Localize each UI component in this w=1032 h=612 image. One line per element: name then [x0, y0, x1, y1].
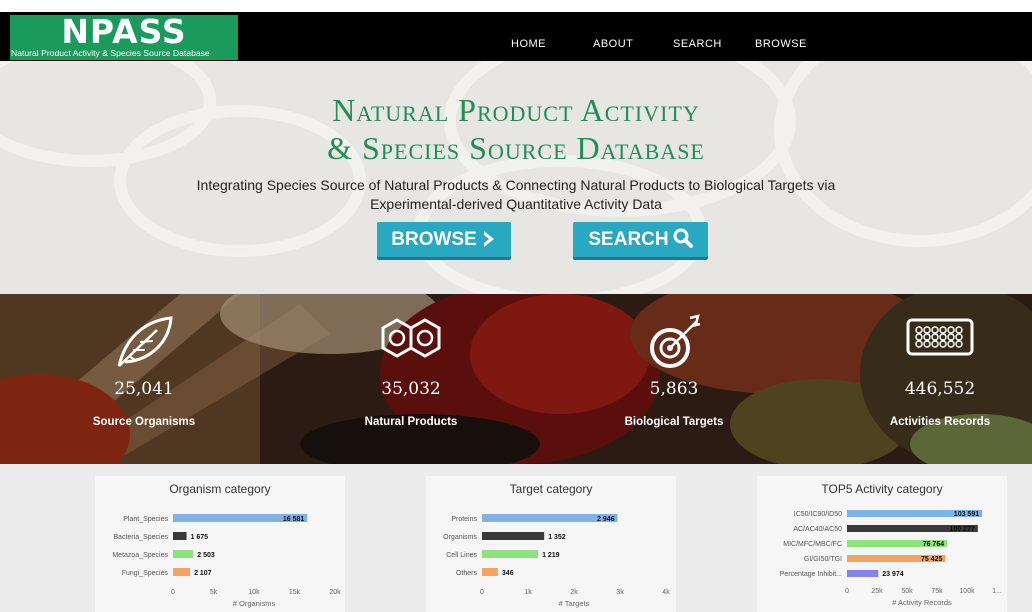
- logo-title: NPASS: [61, 15, 187, 51]
- category-label: Plant_Species: [123, 516, 168, 523]
- value-label: 103 591: [954, 511, 979, 518]
- leaf-icon: [117, 316, 173, 367]
- nav-home[interactable]: HOME: [511, 38, 546, 50]
- activity-category-plot: IC50/IC90/ID50 103 591 AC/AC40/AC50 100 277…: [780, 510, 1002, 607]
- stat-value: 25,041: [114, 379, 174, 399]
- molecule-icon: [381, 318, 441, 358]
- stat-activities-records: 446,552 Activities Records: [840, 294, 1032, 464]
- category-label: Fungi_Species: [122, 570, 169, 577]
- nav-about[interactable]: ABOUT: [593, 38, 633, 50]
- bar: [482, 568, 498, 576]
- stat-label: Biological Targets: [624, 416, 724, 428]
- tick-label: 20k: [329, 589, 341, 596]
- tick-label: 0: [845, 588, 849, 595]
- hero-description-line1: Integrating Species Source of Natural Pr…: [196, 177, 836, 193]
- target-category-plot: Proteins 2 946 Organisms 1 352 Cell Lines 1 2…: [443, 514, 670, 608]
- value-label: 346: [502, 570, 514, 577]
- hero-title: Natural Product Activity & Species Sourc…: [0, 91, 1032, 167]
- nav-browse[interactable]: BROWSE: [755, 38, 807, 50]
- top-margin: [0, 0, 1032, 12]
- tick-label: 1...: [992, 588, 1002, 595]
- browse-button-label: BROWSE: [391, 229, 477, 250]
- tick-label: 15k: [289, 589, 301, 596]
- category-label: Others: [456, 570, 478, 577]
- tick-label: 100k: [959, 588, 975, 595]
- tick-label: 1k: [524, 589, 532, 596]
- value-label: 2 107: [194, 570, 212, 577]
- bar: [173, 568, 191, 576]
- bar: [173, 550, 194, 558]
- axis-label: # Targets: [559, 599, 590, 608]
- search-button-label: SEARCH: [588, 229, 669, 250]
- category-label: MIC/MFC/MBC/FC: [783, 541, 842, 548]
- category-label: AC/AC40/AC50: [793, 526, 842, 533]
- tick-label: 75k: [931, 588, 943, 595]
- value-label: 1 675: [191, 534, 209, 541]
- value-label: 75 425: [921, 556, 943, 563]
- browse-button[interactable]: BROWSE: [377, 222, 511, 257]
- tick-label: 3k: [616, 589, 624, 596]
- value-label: 1 352: [548, 534, 566, 541]
- tick-label: 0: [480, 589, 484, 596]
- value-label: 16 581: [283, 516, 305, 523]
- stat-label: Activities Records: [889, 416, 991, 428]
- charts-section: Organism category Plant_Species 16 581 Bac…: [0, 464, 1032, 612]
- category-label: Metazoa_Species: [112, 552, 168, 559]
- category-label: Percentage Inhibit...: [780, 571, 842, 578]
- category-label: IC50/IC90/ID50: [794, 511, 842, 518]
- hero-title-line1: Natural Product Activity: [332, 92, 700, 128]
- stat-value: 35,032: [381, 379, 441, 399]
- stat-natural-products: 35,032 Natural Products: [311, 294, 511, 464]
- nav-search[interactable]: SEARCH: [673, 38, 722, 50]
- stat-source-organisms: 25,041 Source Organisms: [44, 294, 244, 464]
- value-label: 100 277: [949, 526, 974, 533]
- bar: [173, 532, 187, 540]
- category-label: GI/GI50/TGI: [804, 556, 842, 563]
- organism-category-plot: Plant_Species 16 581 Bacteria_Species 1 675…: [112, 514, 341, 608]
- logo-subtitle: Natural Product Activity & Species Sourc…: [11, 48, 210, 58]
- category-label: Organisms: [443, 534, 477, 541]
- stat-label: Natural Products: [364, 416, 458, 428]
- organism-category-chart: Organism category Plant_Species 16 581 Bac…: [95, 476, 345, 612]
- activity-category-chart: TOP5 Activity category IC50/IC90/ID50 103…: [757, 476, 1007, 612]
- hero-section: Natural Product Activity & Species Sourc…: [0, 61, 1032, 294]
- tick-label: 25k: [871, 588, 883, 595]
- search-icon: [673, 228, 693, 248]
- tick-label: 0: [171, 589, 175, 596]
- axis-label: # Activity Records: [892, 598, 952, 607]
- stat-label: Source Organisms: [92, 416, 196, 428]
- logo[interactable]: NPASS Natural Product Activity & Species…: [10, 15, 238, 60]
- bar: [482, 532, 545, 540]
- stat-value: 446,552: [904, 379, 976, 399]
- plate-icon: [906, 318, 974, 356]
- target-category-chart: Target category Proteins 2 946 Organisms 1 …: [426, 476, 676, 612]
- value-label: 76 764: [923, 541, 945, 548]
- search-button[interactable]: SEARCH: [573, 222, 708, 257]
- axis-label: # Organisms: [233, 599, 276, 608]
- tick-label: 4k: [662, 589, 670, 596]
- category-label: Cell Lines: [446, 552, 477, 559]
- hero-title-line2: & Species Source Database: [327, 130, 705, 166]
- value-label: 2 946: [597, 516, 615, 523]
- category-label: Proteins: [451, 516, 477, 523]
- target-icon: [650, 314, 701, 368]
- bar: [482, 550, 539, 558]
- tick-label: 5k: [210, 589, 218, 596]
- tick-label: 2k: [570, 589, 578, 596]
- stat-biological-targets: 5,863 Biological Targets: [574, 294, 774, 464]
- value-label: 23 974: [882, 571, 904, 578]
- bar: [847, 570, 879, 577]
- value-label: 1 219: [542, 552, 560, 559]
- hero-description-line2: Experimental-derived Quantitative Activi…: [370, 196, 662, 212]
- value-label: 2 503: [197, 552, 215, 559]
- category-label: Bacteria_Species: [114, 534, 169, 541]
- stats-section: 25,041 Source Organisms 35,032 Natural P…: [0, 294, 1032, 464]
- tick-label: 50k: [901, 588, 913, 595]
- chevron-right-icon: [483, 231, 494, 247]
- stat-value: 5,863: [649, 379, 699, 399]
- tick-label: 10k: [248, 589, 260, 596]
- hero-description: Integrating Species Source of Natural Pr…: [0, 176, 1032, 214]
